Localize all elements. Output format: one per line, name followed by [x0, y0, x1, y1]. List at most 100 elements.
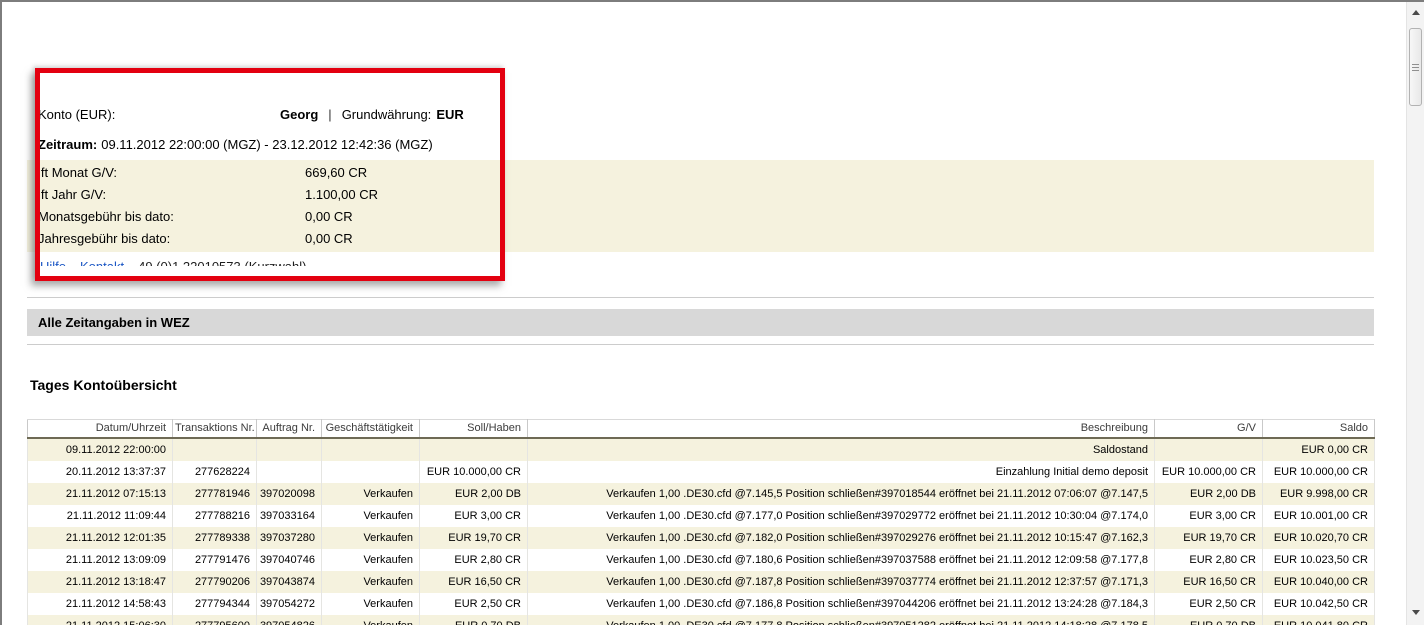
cell-transaktions-nr: 277781946 [172, 483, 257, 505]
cell-beschreibung: Verkaufen 1,00 .DE30.cfd @7.182,0 Positi… [527, 527, 1155, 549]
cell-saldo: EUR 10.042,50 CR [1262, 593, 1375, 615]
cell-soll-haben: EUR 3,00 CR [419, 505, 528, 527]
cell-saldo: EUR 10.040,00 CR [1262, 571, 1375, 593]
cell-geschaeftstaetigkeit: Verkaufen [321, 505, 420, 527]
cell-geschaeftstaetigkeit: Verkaufen [321, 593, 420, 615]
cell-auftrag-nr: 397037280 [256, 527, 322, 549]
cell-datum: 21.11.2012 13:09:09 [27, 549, 173, 571]
cell-geschaeftstaetigkeit: Verkaufen [321, 549, 420, 571]
transactions-table: Datum/Uhrzeit Transaktions Nr. Auftrag Nr.… [27, 419, 1375, 625]
column-header-saldo: Saldo [1262, 419, 1375, 439]
cell-beschreibung: Verkaufen 1,00 .DE30.cfd @7.186,8 Positi… [527, 593, 1155, 615]
window-border-top [0, 0, 1424, 2]
cell-saldo: EUR 9.998,00 CR [1262, 483, 1375, 505]
table-row: 09.11.2012 22:00:00 Saldostand EUR 0,00 CR [27, 438, 1375, 461]
column-header-beschreibung: Beschreibung [527, 419, 1155, 439]
cell-saldo: EUR 10.020,70 CR [1262, 527, 1375, 549]
cell-datum: 21.11.2012 12:01:35 [27, 527, 173, 549]
annotation-rectangle [35, 68, 505, 281]
cell-transaktions-nr: 277795600 [172, 615, 257, 625]
cell-transaktions-nr: 277790206 [172, 571, 257, 593]
cell-beschreibung: Einzahlung Initial demo deposit [527, 461, 1155, 483]
cell-geschaeftstaetigkeit: Verkaufen [321, 527, 420, 549]
cell-geschaeftstaetigkeit [321, 461, 420, 483]
cell-gv: EUR 2,50 CR [1154, 593, 1263, 615]
scrollbar-thumb[interactable] [1409, 28, 1422, 106]
cell-geschaeftstaetigkeit: Verkaufen [321, 483, 420, 505]
cell-auftrag-nr: 397054826 [256, 615, 322, 625]
cell-datum: 21.11.2012 15:06:30 [27, 615, 173, 625]
page-title: Tages Kontoübersicht [30, 377, 177, 393]
window-border-left [0, 0, 2, 625]
cell-transaktions-nr: 277788216 [172, 505, 257, 527]
cell-saldo: EUR 10.023,50 CR [1262, 549, 1375, 571]
cell-auftrag-nr: 397054272 [256, 593, 322, 615]
cell-auftrag-nr [256, 461, 322, 483]
cell-beschreibung: Saldostand [527, 438, 1155, 461]
vertical-scrollbar[interactable] [1406, 2, 1424, 625]
cell-geschaeftstaetigkeit: Verkaufen [321, 615, 420, 625]
cell-transaktions-nr [172, 438, 257, 461]
cell-soll-haben: EUR 10.000,00 CR [419, 461, 528, 483]
cell-beschreibung: Verkaufen 1,00 .DE30.cfd @7.177,0 Positi… [527, 505, 1155, 527]
column-header-soll-haben: Soll/Haben [419, 419, 528, 439]
table-row: 21.11.2012 11:09:44 277788216 397033164 Ver… [27, 505, 1375, 527]
cell-soll-haben: EUR 19,70 CR [419, 527, 528, 549]
cell-gv: EUR 2,80 CR [1154, 549, 1263, 571]
table-header-row: Datum/Uhrzeit Transaktions Nr. Auftrag Nr.… [27, 419, 1375, 439]
cell-gv: EUR 16,50 CR [1154, 571, 1263, 593]
cell-transaktions-nr: 277789338 [172, 527, 257, 549]
cell-gv: EUR 10.000,00 CR [1154, 461, 1263, 483]
column-header-geschaeftstaetigkeit: Geschäftstätigkeit [321, 419, 420, 439]
cell-soll-haben: EUR 0,70 DB [419, 615, 528, 625]
cell-transaktions-nr: 277628224 [172, 461, 257, 483]
cell-gv: EUR 0,70 DB [1154, 615, 1263, 625]
cell-datum: 21.11.2012 13:18:47 [27, 571, 173, 593]
notice-bar-text: Alle Zeitangaben in WEZ [38, 315, 190, 330]
cell-auftrag-nr: 397033164 [256, 505, 322, 527]
cell-geschaeftstaetigkeit [321, 438, 420, 461]
cell-soll-haben: EUR 16,50 CR [419, 571, 528, 593]
cell-saldo: EUR 10.000,00 CR [1262, 461, 1375, 483]
statement-page: Konto (EUR): Georg | Grundwährung: EUR Zeitr… [0, 0, 1424, 625]
scroll-up-icon[interactable] [1407, 4, 1424, 20]
cell-soll-haben: EUR 2,80 CR [419, 549, 528, 571]
cell-soll-haben [419, 438, 528, 461]
table-row: 21.11.2012 13:18:47 277790206 397043874 Ver… [27, 571, 1375, 593]
column-header-datum: Datum/Uhrzeit [27, 419, 173, 439]
cell-beschreibung: Verkaufen 1,00 .DE30.cfd @7.145,5 Positi… [527, 483, 1155, 505]
scrollbar-grip-icon [1412, 64, 1419, 71]
cell-saldo: EUR 10.041,80 CR [1262, 615, 1375, 625]
table-row: 21.11.2012 15:06:30277795600397054826Ver… [27, 615, 1375, 625]
scroll-down-icon[interactable] [1407, 605, 1424, 619]
cell-datum: 21.11.2012 14:58:43 [27, 593, 173, 615]
cell-datum: 20.11.2012 13:37:37 [27, 461, 173, 483]
cell-gv [1154, 438, 1263, 461]
cell-datum: 21.11.2012 11:09:44 [27, 505, 173, 527]
cell-geschaeftstaetigkeit: Verkaufen [321, 571, 420, 593]
cell-transaktions-nr: 277791476 [172, 549, 257, 571]
cell-auftrag-nr: 397040746 [256, 549, 322, 571]
table-row: 21.11.2012 07:15:13 277781946 397020098 Ver… [27, 483, 1375, 505]
divider-top [27, 297, 1374, 298]
table-row: 21.11.2012 13:09:09 277791476 397040746 Ver… [27, 549, 1375, 571]
table-row: 20.11.2012 13:37:37 277628224 EUR 10.000,0… [27, 461, 1375, 483]
notice-bar: Alle Zeitangaben in WEZ [27, 309, 1374, 336]
cell-auftrag-nr [256, 438, 322, 461]
cell-gv: EUR 2,00 DB [1154, 483, 1263, 505]
cell-auftrag-nr: 397020098 [256, 483, 322, 505]
cell-saldo: EUR 0,00 CR [1262, 438, 1375, 461]
cell-datum: 21.11.2012 07:15:13 [27, 483, 173, 505]
cell-soll-haben: EUR 2,00 DB [419, 483, 528, 505]
table-row: 21.11.2012 12:01:35 277789338 397037280 Ver… [27, 527, 1375, 549]
cell-soll-haben: EUR 2,50 CR [419, 593, 528, 615]
cell-saldo: EUR 10.001,00 CR [1262, 505, 1375, 527]
cell-auftrag-nr: 397043874 [256, 571, 322, 593]
cell-gv: EUR 3,00 CR [1154, 505, 1263, 527]
cell-beschreibung: Verkaufen 1,00 .DE30.cfd @7.187,8 Positi… [527, 571, 1155, 593]
divider-bottom [27, 344, 1374, 345]
cell-gv: EUR 19,70 CR [1154, 527, 1263, 549]
cell-transaktions-nr: 277794344 [172, 593, 257, 615]
cell-beschreibung: Verkaufen 1,00 .DE30.cfd @7.177,8 Positi… [527, 615, 1155, 625]
cell-beschreibung: Verkaufen 1,00 .DE30.cfd @7.180,6 Positi… [527, 549, 1155, 571]
